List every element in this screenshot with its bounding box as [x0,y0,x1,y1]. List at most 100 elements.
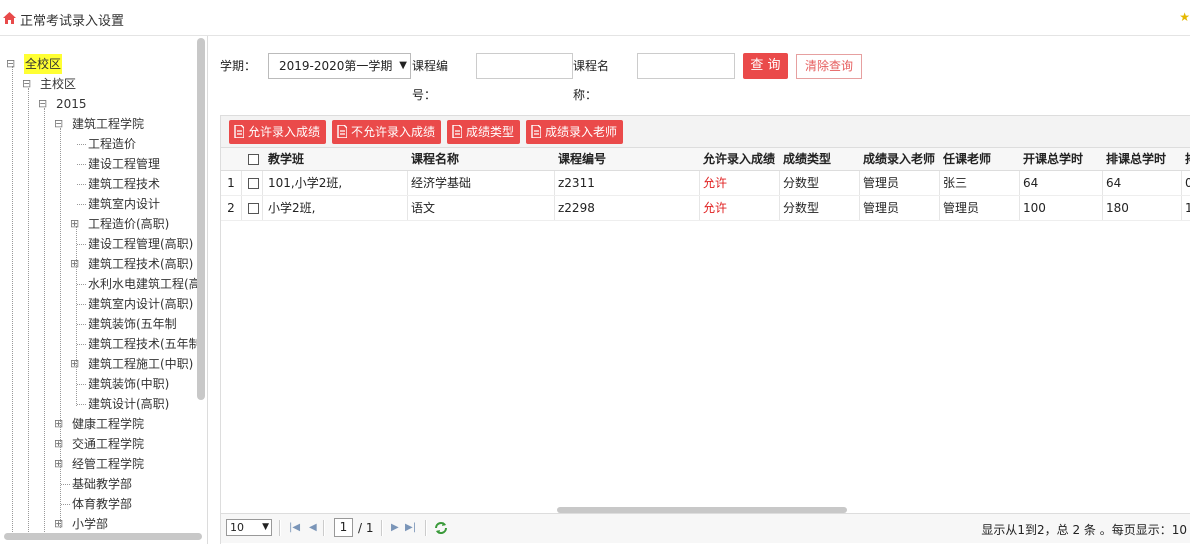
current-page-input[interactable]: 1 [334,518,353,537]
favorite-star-icon[interactable]: ★ [1179,10,1190,24]
row-checkbox[interactable] [248,178,259,189]
score-type-cell: 分数型 [783,176,820,190]
collapse-icon[interactable]: ⊟ [6,54,16,74]
score-type-cell: 分数型 [783,201,820,215]
column-header[interactable]: 任课老师 [939,148,1019,171]
column-header[interactable]: 课程编号 [554,148,699,171]
tree-node-label: 建筑装饰(五年制 [88,317,177,331]
grid-toolbar: 允许录入成绩 不允许录入成绩 成绩类型 成绩录入老师 [221,116,1190,148]
tree-node-label: 体育教学部 [72,497,133,511]
extra-cell: 0 [1185,176,1190,190]
expand-icon[interactable]: ⊞ [54,514,64,534]
tree-node-label: 经管工程学院 [72,457,145,471]
total-hours-cell: 64 [1023,176,1039,190]
column-header[interactable]: 成绩录入老师 [859,148,939,171]
row-number: 1 [227,176,235,190]
teacher-cell: 张三 [943,176,968,190]
course-code-label: 课程编 [412,59,449,73]
tree-node-label: 建筑工程施工(中职) [88,357,194,371]
tree-node-label: 工程造价(高职) [88,217,170,231]
tree-node-label: 建设工程管理 [88,157,161,171]
allow-entry-label: 允许录入成绩 [248,125,321,139]
document-icon [452,125,462,138]
tree-node-label: 建筑室内设计(高职) [88,297,194,311]
class-cell: 101,小学2班, [268,176,343,190]
document-icon [337,125,347,138]
query-button[interactable]: 查 询 [743,53,788,79]
table-row[interactable]: 1 101,小学2班, 经济学基础 z2311 允许 分数型 管理员 张三 64… [221,171,1190,196]
score-teacher-button[interactable]: 成绩录入老师 [526,120,624,144]
column-header[interactable]: 开课总学时 [1019,148,1102,171]
row-checkbox[interactable] [248,203,259,214]
disallow-entry-button[interactable]: 不允许录入成绩 [332,120,442,144]
table-row[interactable]: 2 小学2班, 语文 z2298 允许 分数型 管理员 管理员 100 180 … [221,196,1190,221]
tree-node-label: 基础教学部 [72,477,133,491]
term-select-value: 2019-2020第一学期 [279,59,393,73]
expand-icon[interactable]: ⊞ [54,434,64,454]
tree-horizontal-scrollbar[interactable] [4,533,202,540]
search-form: 学期： 2019-2020第一学期 ▼ 课程编 号： 课程名 称： 查 询 清除… [220,50,1190,110]
expand-icon[interactable]: ⊞ [70,214,80,234]
refresh-icon[interactable] [434,521,448,535]
course-name-cell: 语文 [411,201,436,215]
column-header[interactable]: 排课总学时 [1102,148,1181,171]
collapse-icon[interactable]: ⊟ [54,114,64,134]
score-type-button[interactable]: 成绩类型 [447,120,521,144]
last-page-icon[interactable]: ▶| [405,522,416,533]
total-hours-cell: 100 [1023,201,1046,215]
course-code-input[interactable] [476,53,573,79]
term-label: 学期： [220,59,257,73]
allow-entry-cell: 允许 [703,201,728,215]
total-pages-text: / 1 [358,521,374,535]
home-icon[interactable] [3,12,16,24]
tree-node-label: 建筑设计(高职) [88,397,170,411]
prev-page-icon[interactable]: ◀ [309,522,317,533]
first-page-icon[interactable]: |◀ [289,522,300,533]
expand-icon[interactable]: ⊞ [70,354,80,374]
term-select[interactable]: 2019-2020第一学期 ▼ [268,53,411,79]
tree-vertical-scrollbar[interactable] [197,38,205,400]
expand-icon[interactable]: ⊞ [70,254,80,274]
collapse-icon[interactable]: ⊟ [22,74,32,94]
tree-node-label: 交通工程学院 [72,437,145,451]
course-code-cell: z2311 [558,176,595,190]
column-header[interactable]: 教学班 [264,148,407,171]
collapse-icon[interactable]: ⊟ [38,94,48,114]
disallow-entry-label: 不允许录入成绩 [351,125,436,139]
score-type-label: 成绩类型 [466,125,515,139]
pagination-info: 显示从1到2，总 2 条 。每页显示：10 [981,523,1187,537]
course-code-cell: z2298 [558,201,595,215]
tree-node-label: 建筑工程学院 [72,117,145,131]
org-tree-panel: ⊟ 全校区 ⊟ 主校区 ⊟ 2015 ⊟ 建筑工程学院 工程造价 建设工程管理 … [0,36,208,544]
document-icon [234,125,244,138]
column-header[interactable]: 成绩类型 [779,148,859,171]
scheduled-hours-cell: 64 [1106,176,1122,190]
pagination-bar: 10 ▼ |◀ ◀ 1 / 1 ▶ ▶| 显示从1到2，总 2 条 。每页显示：… [221,513,1190,543]
expand-icon[interactable]: ⊞ [54,414,64,434]
next-page-icon[interactable]: ▶ [391,522,399,533]
tree-node-label: 建设工程管理(高职) [88,237,194,251]
tree-node-label: 建筑工程技术 [88,177,161,191]
page-title: 正常考试录入设置 [20,14,125,29]
course-name-input[interactable] [637,53,735,79]
page-size-select[interactable]: 10 ▼ [226,519,272,536]
table-header: 教学班 课程名称 课程编号 允许录入成绩 成绩类型 成绩录入老师 任课老师 开课… [221,148,1190,171]
entry-teacher-cell: 管理员 [863,201,900,215]
allow-entry-button[interactable]: 允许录入成绩 [229,120,327,144]
expand-icon[interactable]: ⊞ [54,454,64,474]
course-name-label-cont: 称： [573,88,598,102]
document-icon [531,125,541,138]
dropdown-arrow-icon: ▼ [399,60,407,71]
course-name-cell: 经济学基础 [411,176,472,190]
tree-node-label: 主校区 [40,77,77,91]
tree-node-label: 建筑装饰(中职) [88,377,170,391]
extra-cell: 1 [1185,201,1190,215]
tree-node-label: 全校区 [24,54,63,74]
dropdown-arrow-icon: ▼ [262,522,269,532]
column-header[interactable]: 排 [1181,148,1190,171]
column-header[interactable]: 课程名称 [407,148,554,171]
column-header[interactable]: 允许录入成绩 [699,148,779,171]
tree-node-label: 水利水电建筑工程(高 [88,277,198,291]
clear-query-button[interactable]: 清除查询 [796,54,862,79]
select-all-checkbox[interactable] [248,154,259,165]
